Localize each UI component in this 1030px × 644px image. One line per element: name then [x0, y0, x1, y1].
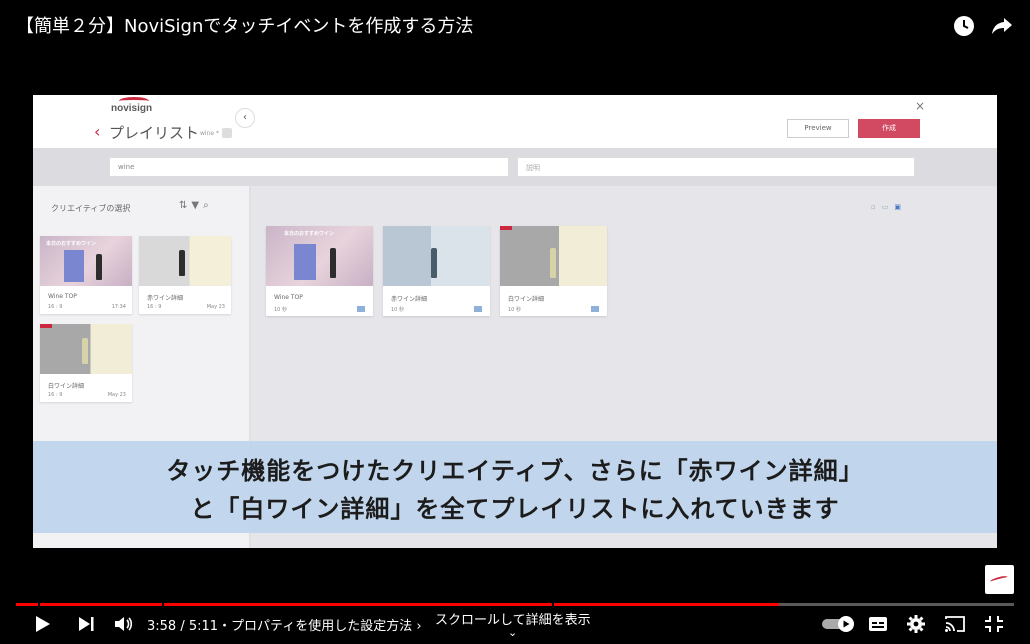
back-arrow-icon[interactable]: ‹ [94, 122, 100, 141]
duration: 10 秒 [508, 307, 521, 313]
filter-icon: ▼ [191, 200, 204, 211]
description-input[interactable]: 説明 [517, 157, 915, 177]
subtitle-overlay: タッチ機能をつけたクリエイティブ、さらに「赤ワイン詳細」 と「白ワイン詳細」を全… [33, 441, 997, 533]
video-title[interactable]: 【簡単２分】NoviSignでタッチイベントを作成する方法 [16, 12, 473, 38]
exit-fullscreen-icon[interactable] [984, 615, 1004, 637]
settings-chip-icon[interactable] [591, 306, 599, 312]
chevron-down-icon[interactable]: ⌄ [508, 626, 517, 639]
settings-chip-icon[interactable] [474, 306, 482, 312]
progress-bar[interactable] [16, 603, 1014, 606]
playlist-item[interactable]: 白ワイン詳細 10 秒 [500, 226, 607, 316]
thumb-label: 本日のおすすめワイン [46, 241, 97, 247]
filter-bar: wine 説明 [33, 148, 997, 186]
panel-title: クリエイティブの選択 [51, 204, 131, 213]
settings-chip-icon[interactable] [357, 306, 365, 312]
search-icon: ⌕ [203, 200, 213, 211]
subtitle-line-2: と「白ワイン詳細」を全てプレイリストに入れていきます [190, 495, 840, 523]
watch-later-icon[interactable] [952, 14, 976, 38]
channel-logo[interactable] [985, 565, 1014, 594]
duration: 10 秒 [274, 307, 287, 313]
creative-card[interactable]: 赤ワイン詳細 16 : 9 May 23 [139, 236, 231, 314]
creative-card[interactable]: 白ワイン詳細 16 : 9 May 23 [40, 324, 132, 402]
novisign-logo: novisign [111, 97, 152, 114]
subtitle-line-1: タッチ機能をつけたクリエイティブ、さらに「赤ワイン詳細」 [166, 457, 864, 485]
autoplay-toggle[interactable] [822, 616, 856, 636]
page-title: プレイリスト [109, 124, 200, 142]
creative-card[interactable]: 本日のおすすめワイン Wine TOP 16 : 9 17:34 [40, 236, 132, 314]
playlist-name: wine * [200, 130, 219, 137]
share-icon[interactable] [990, 14, 1014, 38]
gear-icon[interactable] [906, 614, 926, 638]
list-icon: ▭ [881, 203, 895, 211]
sort-icon: ⇅ [179, 200, 192, 211]
edit-icon[interactable] [222, 128, 232, 138]
volume-icon[interactable] [113, 614, 135, 638]
duration: 10 秒 [391, 307, 404, 313]
view-mode-icons[interactable]: ▫▭▣ [871, 203, 907, 211]
video-frame[interactable]: novisign ‹ プレイリスト wine * × Preview 作成 wi… [33, 95, 997, 548]
panel-tools[interactable]: ⇅▼⌕ [179, 200, 213, 211]
collapse-panel-button[interactable]: ‹ [235, 108, 255, 128]
play-icon[interactable] [32, 614, 52, 638]
progress-fill [16, 603, 780, 606]
cast-icon[interactable] [944, 615, 966, 637]
next-icon[interactable] [76, 614, 96, 638]
close-icon[interactable]: × [915, 99, 925, 113]
delete-icon: ▫ [871, 203, 882, 211]
preview-button[interactable]: Preview [787, 119, 849, 138]
time-and-chapter[interactable]: 3:58 / 5:11・プロパティを使用した設定方法 › [147, 615, 422, 634]
thumb-label: 本日のおすすめワイン [284, 231, 335, 237]
playlist-item[interactable]: 本日のおすすめワイン Wine TOP 10 秒 [266, 226, 373, 316]
grid-icon: ▣ [894, 203, 907, 211]
app-header: novisign ‹ プレイリスト wine * × Preview 作成 [33, 95, 997, 148]
subtitles-icon[interactable] [868, 616, 888, 636]
playlist-name-input[interactable]: wine [109, 157, 509, 177]
create-button[interactable]: 作成 [858, 119, 920, 138]
playlist-item[interactable]: 赤ワイン詳細 10 秒 [383, 226, 490, 316]
